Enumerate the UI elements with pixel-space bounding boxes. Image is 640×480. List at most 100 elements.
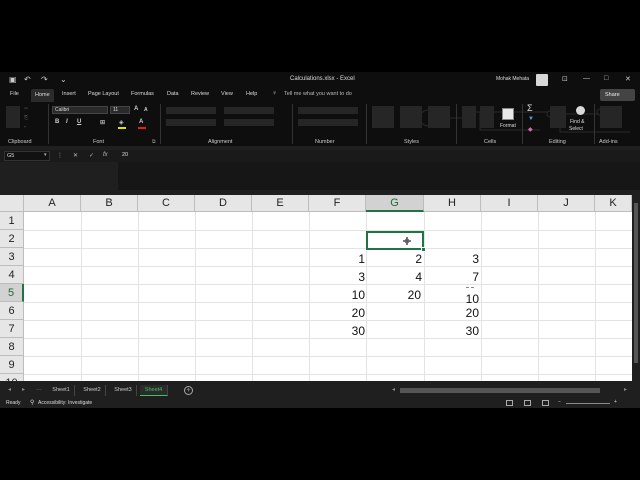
cell-f3[interactable]: 1 bbox=[309, 252, 365, 266]
worksheet-grid[interactable]: A B C D E F G H I J K 1 2 3 4 5 6 7 8 9 … bbox=[0, 195, 640, 381]
tab-help[interactable]: Help bbox=[246, 91, 257, 97]
zoom-out-icon[interactable]: − bbox=[558, 399, 561, 405]
ribbon-display-icon[interactable]: ⊡ bbox=[562, 75, 568, 83]
cell-h7[interactable]: 30 bbox=[424, 324, 479, 338]
cell-h5[interactable]: 10 bbox=[424, 292, 479, 306]
select-all-button[interactable] bbox=[0, 195, 24, 212]
normal-view-icon[interactable] bbox=[506, 400, 513, 406]
next-sheet-icon[interactable]: ▸ bbox=[22, 386, 25, 393]
cancel-entry-button[interactable]: ✕ bbox=[73, 152, 78, 159]
customize-qat-icon[interactable]: ⌄ bbox=[60, 75, 67, 84]
row-header-2[interactable]: 2 bbox=[0, 230, 24, 248]
increase-font-icon[interactable]: A bbox=[134, 106, 138, 112]
undo-icon[interactable]: ↶ bbox=[24, 75, 31, 84]
sheet-tab-sheet4[interactable]: Sheet4 bbox=[140, 385, 168, 396]
row-header-6[interactable]: 6 bbox=[0, 302, 24, 320]
format-as-table-button[interactable] bbox=[400, 106, 422, 128]
add-sheet-button[interactable]: + bbox=[184, 386, 193, 395]
italic-button[interactable]: I bbox=[66, 119, 68, 125]
column-header-b[interactable]: B bbox=[81, 195, 138, 212]
sheet-tab-sheet2[interactable]: Sheet2 bbox=[79, 385, 106, 396]
add-ins-button[interactable] bbox=[600, 106, 622, 128]
tab-review[interactable]: Review bbox=[191, 91, 209, 97]
more-sheets-icon[interactable]: … bbox=[36, 386, 42, 392]
wrap-text-button[interactable] bbox=[224, 107, 274, 114]
save-icon[interactable]: ▣ bbox=[9, 75, 17, 84]
column-header-i[interactable]: I bbox=[481, 195, 538, 212]
row-header-5[interactable]: 5 bbox=[0, 284, 24, 302]
format-cells-label[interactable]: Format bbox=[500, 123, 516, 129]
cell-h6[interactable]: 20 bbox=[424, 306, 479, 320]
tab-formulas[interactable]: Formulas bbox=[131, 91, 154, 97]
row-header-4[interactable]: 4 bbox=[0, 266, 24, 284]
cell-f4[interactable]: 3 bbox=[309, 270, 365, 284]
column-header-f[interactable]: F bbox=[309, 195, 366, 212]
enter-entry-button[interactable]: ✓ bbox=[89, 152, 94, 159]
alignment-controls-row2[interactable] bbox=[166, 119, 216, 126]
cut-icon[interactable]: ✂ bbox=[24, 106, 28, 112]
page-break-view-icon[interactable] bbox=[542, 400, 549, 406]
zoom-in-icon[interactable]: + bbox=[614, 399, 617, 405]
scroll-right-icon[interactable]: ▸ bbox=[624, 386, 627, 393]
column-header-j[interactable]: J bbox=[538, 195, 595, 212]
column-header-d[interactable]: D bbox=[195, 195, 252, 212]
conditional-formatting-button[interactable] bbox=[372, 106, 394, 128]
find-select-label-1[interactable]: Find & bbox=[570, 119, 584, 125]
accessibility-status[interactable]: Accessibility: Investigate bbox=[38, 400, 92, 406]
formula-bar-expanded-area[interactable] bbox=[118, 162, 640, 190]
underline-button[interactable]: U bbox=[77, 119, 81, 125]
tab-insert[interactable]: Insert bbox=[62, 91, 76, 97]
minimize-button[interactable]: — bbox=[583, 75, 590, 82]
cell-h3[interactable]: 3 bbox=[424, 252, 479, 266]
tell-me-search[interactable]: Tell me what you want to do bbox=[284, 91, 352, 97]
row-header-3[interactable]: 3 bbox=[0, 248, 24, 266]
formula-input[interactable]: 20 bbox=[122, 152, 128, 158]
font-name-select[interactable]: Calibri bbox=[52, 106, 108, 114]
cell-f5[interactable]: 10 bbox=[309, 288, 365, 302]
insert-cells-button[interactable] bbox=[462, 106, 476, 128]
cell-g3[interactable]: 2 bbox=[366, 252, 422, 266]
tab-file[interactable]: File bbox=[10, 91, 19, 97]
cell-g5[interactable]: 20 bbox=[366, 288, 421, 302]
borders-icon[interactable]: ⊞ bbox=[100, 119, 105, 126]
tab-data[interactable]: Data bbox=[167, 91, 179, 97]
cell-f7[interactable]: 30 bbox=[309, 324, 365, 338]
tab-home[interactable]: Home bbox=[31, 89, 54, 102]
clear-icon[interactable]: ◆ bbox=[528, 126, 533, 133]
insert-function-button[interactable]: fx bbox=[103, 152, 108, 158]
column-header-a[interactable]: A bbox=[24, 195, 81, 212]
cell-h4[interactable]: 7 bbox=[424, 270, 479, 284]
format-painter-icon[interactable]: ⌐ bbox=[24, 124, 27, 130]
name-box-dropdown-icon[interactable]: ▾ bbox=[44, 152, 47, 158]
redo-icon[interactable]: ↷ bbox=[41, 75, 48, 84]
number-format-select[interactable] bbox=[298, 107, 358, 114]
cell-f6[interactable]: 20 bbox=[309, 306, 365, 320]
accessibility-icon[interactable]: ⚲ bbox=[30, 399, 34, 406]
merge-center-button[interactable] bbox=[224, 119, 274, 126]
avatar[interactable] bbox=[536, 74, 548, 86]
row-header-10[interactable]: 10 bbox=[0, 374, 24, 381]
font-size-select[interactable]: 11 bbox=[110, 106, 130, 114]
font-color-icon[interactable]: A bbox=[139, 119, 143, 125]
close-button[interactable]: ✕ bbox=[625, 75, 631, 83]
alignment-controls[interactable] bbox=[166, 107, 216, 114]
column-header-e[interactable]: E bbox=[252, 195, 309, 212]
column-header-g[interactable]: G bbox=[366, 195, 424, 212]
zoom-slider[interactable] bbox=[566, 403, 610, 404]
sheet-tab-sheet1[interactable]: Sheet1 bbox=[48, 385, 75, 396]
sort-filter-button[interactable] bbox=[550, 106, 566, 128]
tab-page-layout[interactable]: Page Layout bbox=[88, 91, 119, 97]
sheet-tab-sheet3[interactable]: Sheet3 bbox=[110, 385, 137, 396]
user-name[interactable]: Mohak Mehata bbox=[496, 76, 529, 82]
fill-handle[interactable] bbox=[421, 247, 426, 252]
delete-cells-button[interactable] bbox=[480, 106, 494, 128]
tab-view[interactable]: View bbox=[221, 91, 233, 97]
decrease-font-icon[interactable]: A bbox=[144, 107, 148, 113]
row-header-8[interactable]: 8 bbox=[0, 338, 24, 356]
column-header-c[interactable]: C bbox=[138, 195, 195, 212]
find-select-icon[interactable] bbox=[576, 106, 585, 115]
number-format-buttons[interactable] bbox=[298, 119, 358, 126]
vertical-scroll-thumb[interactable] bbox=[634, 203, 638, 363]
bold-button[interactable]: B bbox=[55, 119, 59, 125]
copy-icon[interactable]: ⎘ bbox=[24, 115, 28, 121]
